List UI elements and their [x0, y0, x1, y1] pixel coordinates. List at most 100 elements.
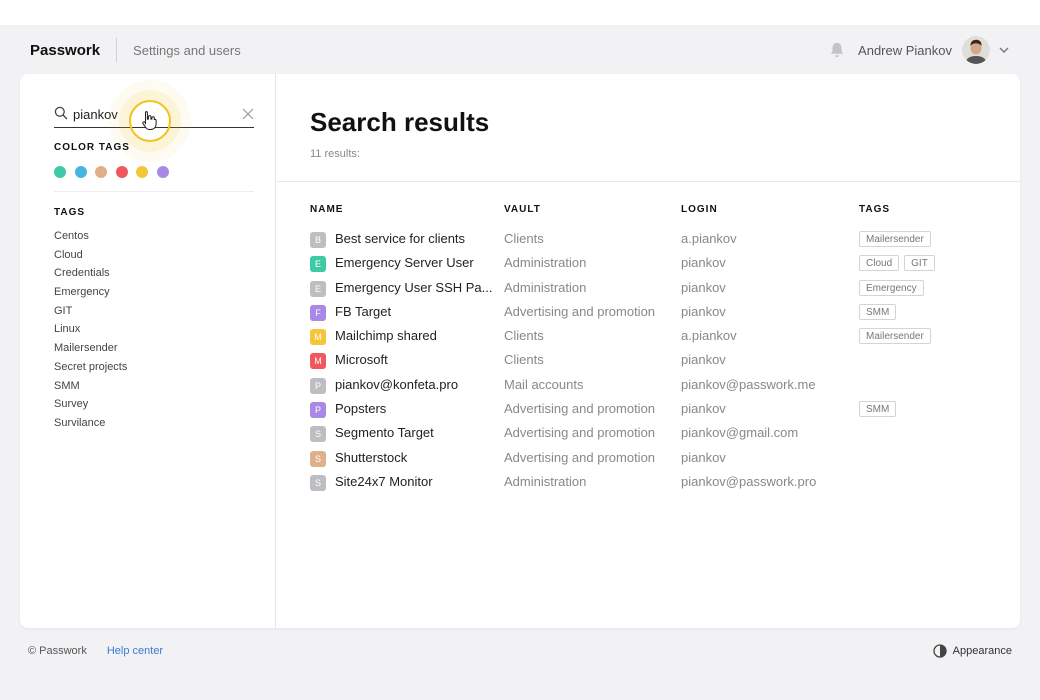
tag-chip[interactable]: SMM	[859, 401, 897, 418]
settings-link[interactable]: Settings and users	[133, 43, 241, 58]
item-vault: Administration	[504, 473, 587, 489]
main-divider	[277, 181, 1020, 182]
color-tag-dot[interactable]	[95, 166, 107, 178]
main-content: Search results 11 results: NAME VAULT LO…	[277, 74, 1020, 628]
sidebar-tag-item[interactable]: SMM	[54, 377, 127, 396]
item-letter-badge: E	[310, 256, 326, 273]
item-tags: SMM	[859, 303, 901, 320]
item-vault: Mail accounts	[504, 376, 584, 392]
item-vault: Advertising and promotion	[504, 401, 656, 417]
item-login: piankov	[681, 352, 726, 368]
item-letter-badge: F	[310, 304, 326, 321]
close-icon[interactable]	[242, 108, 254, 120]
item-login: piankov	[681, 255, 726, 271]
tag-chip[interactable]: Emergency	[859, 279, 924, 296]
item-name: Site24x7 Monitor	[335, 473, 433, 489]
copyright: © Passwork	[28, 645, 87, 657]
item-name: Popsters	[335, 401, 387, 417]
sidebar-tag-item[interactable]: Survey	[54, 395, 127, 414]
table-row[interactable]: M Microsoft Clients piankov	[310, 349, 1010, 373]
results-count: 11 results:	[310, 148, 360, 160]
appearance-button[interactable]: Appearance	[933, 644, 1012, 658]
help-center-link[interactable]: Help center	[107, 645, 163, 657]
color-tag-dot[interactable]	[115, 166, 128, 178]
sidebar-tag-item[interactable]: Survilance	[54, 414, 127, 433]
sidebar-tag-item[interactable]: Centos	[54, 227, 127, 246]
top-strip	[0, 0, 1040, 25]
sidebar-tag-item[interactable]: GIT	[54, 302, 127, 321]
user-area: Andrew Piankov	[828, 36, 1010, 64]
sidebar-tag-item[interactable]: Linux	[54, 320, 127, 339]
sidebar-tag-item[interactable]: Credentials	[54, 264, 127, 283]
table-row[interactable]: E Emergency Server User Administration pian…	[310, 252, 1010, 276]
item-tags: Mailersender	[859, 328, 936, 345]
logo[interactable]: Passwork	[30, 42, 100, 59]
item-login: piankov	[681, 279, 726, 295]
search-icon	[54, 106, 68, 120]
item-letter-badge: P	[310, 402, 326, 419]
item-login: piankov	[681, 303, 726, 319]
item-name: FB Target	[335, 303, 392, 319]
column-header-login[interactable]: LOGIN	[681, 204, 718, 215]
item-login: a.piankov	[681, 231, 737, 246]
item-tags: Emergency	[859, 279, 929, 296]
tag-chip[interactable]: GIT	[904, 255, 935, 272]
item-letter-badge: M	[310, 329, 326, 346]
table-row[interactable]: E Emergency User SSH Pa... Administration p…	[310, 277, 1010, 301]
item-letter-badge: B	[310, 232, 326, 248]
bell-icon[interactable]	[828, 41, 846, 59]
item-vault: Advertising and promotion	[504, 449, 656, 465]
item-vault: Advertising and promotion	[504, 303, 656, 319]
item-login: piankov	[681, 401, 726, 417]
appearance-label: Appearance	[952, 645, 1012, 657]
column-header-tags[interactable]: TAGS	[859, 204, 890, 215]
column-header-vault[interactable]: VAULT	[504, 204, 541, 215]
user-name[interactable]: Andrew Piankov	[858, 43, 952, 58]
item-vault: Clients	[504, 328, 544, 344]
table-row[interactable]: Ppiankov@konfeta.pro Mail accounts piankov…	[310, 374, 1010, 398]
table-row[interactable]: S Site24x7 Monitor Administration piankov@p…	[310, 471, 1010, 495]
item-vault: Administration	[504, 279, 587, 295]
tag-chip[interactable]: Mailersender	[859, 231, 931, 247]
item-login: a.piankov	[681, 328, 737, 344]
color-tag-dot[interactable]	[156, 166, 169, 178]
item-name: Segmento Target	[335, 425, 434, 441]
sidebar-tag-item[interactable]: Cloud	[54, 246, 127, 265]
tag-chip[interactable]: Cloud	[859, 255, 900, 272]
table-row[interactable]: P Popsters Advertising and promotion pianko…	[310, 398, 1010, 422]
contrast-icon	[933, 644, 947, 658]
table-row[interactable]: F FB Target Advertising and promotion piank…	[310, 301, 1010, 325]
avatar[interactable]	[962, 36, 990, 64]
item-name: Emergency Server User	[335, 255, 474, 271]
tag-list: Centos Cloud Credentials Emergency GIT Linux M…	[54, 227, 127, 433]
color-tag-dot[interactable]	[74, 166, 87, 178]
color-tags-title: COLOR TAGS	[54, 142, 130, 153]
chevron-down-icon[interactable]	[998, 44, 1010, 56]
sidebar-tag-item[interactable]: Emergency	[54, 283, 127, 302]
item-letter-badge: P	[310, 377, 326, 394]
table-row[interactable]: M Mailchimp shared Clients a.piankov Mailers…	[310, 325, 1010, 349]
color-tag-dot[interactable]	[136, 166, 148, 178]
item-vault: Clients	[504, 231, 544, 246]
item-login: piankov	[681, 449, 726, 465]
item-name: Shutterstock	[335, 449, 408, 465]
item-vault: Clients	[504, 352, 544, 368]
tag-chip[interactable]: Mailersender	[859, 328, 931, 345]
table-row[interactable]: S Segmento Target Advertising and promotio…	[310, 422, 1010, 446]
item-name: Microsoft	[335, 352, 388, 368]
color-tag-dot[interactable]	[54, 166, 66, 178]
item-letter-badge: S	[310, 426, 326, 443]
sidebar-tag-item[interactable]: Mailersender	[54, 339, 127, 358]
tag-chip[interactable]: SMM	[859, 303, 897, 320]
table-row[interactable]: S Shutterstock Advertising and promotion pi…	[310, 447, 1010, 471]
column-header-name[interactable]: NAME	[310, 204, 343, 215]
color-tags	[54, 166, 177, 178]
item-name: Emergency User SSH Pa...	[335, 279, 493, 295]
item-login: piankov@passwork.me	[681, 376, 816, 392]
item-tags: Cloud GIT	[859, 255, 940, 272]
item-tags: SMM	[859, 401, 901, 418]
item-name: Mailchimp shared	[335, 328, 437, 344]
item-letter-badge: S	[310, 450, 326, 467]
sidebar-tag-item[interactable]: Secret projects	[54, 358, 127, 377]
table-row[interactable]: B Best service for clients Clients a.pianko…	[310, 228, 1010, 252]
